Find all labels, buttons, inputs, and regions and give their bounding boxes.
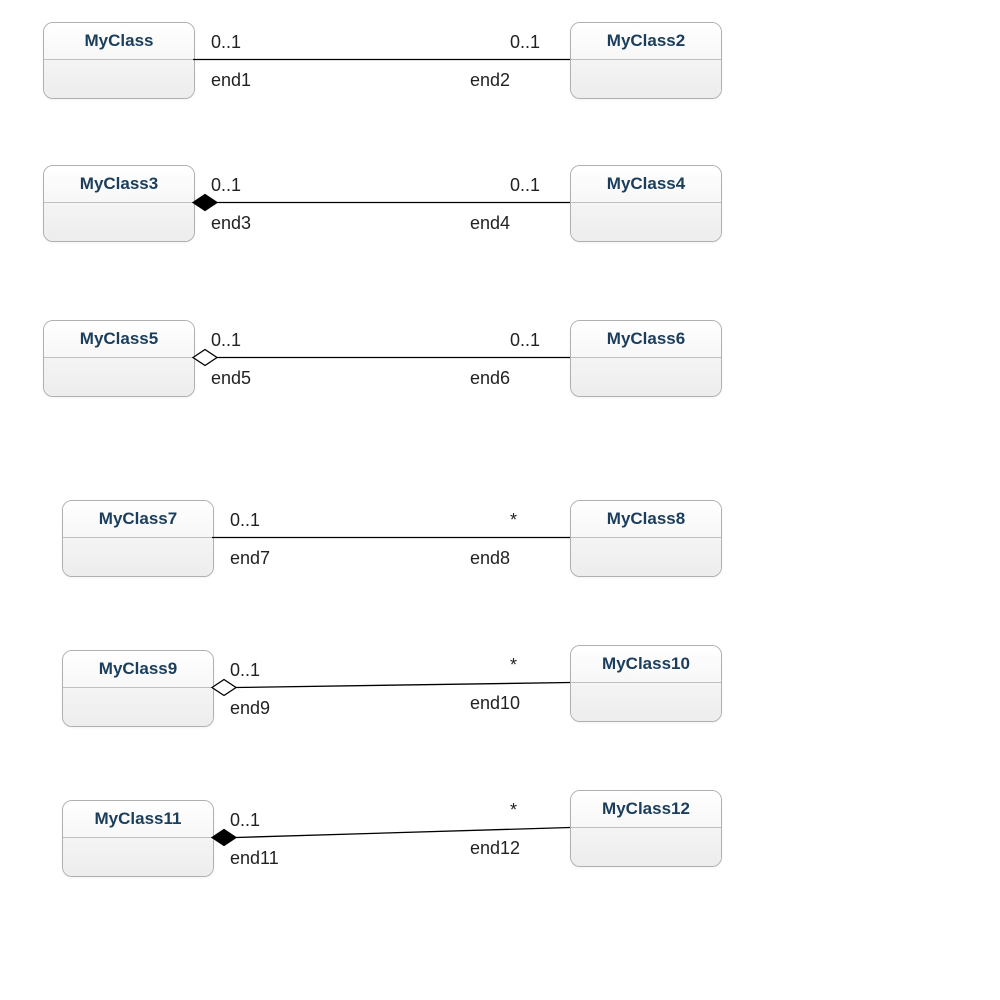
class-body [44, 358, 194, 396]
composition-diamond-icon [212, 830, 236, 846]
class-box-myclass8[interactable]: MyClass8 [570, 500, 722, 577]
multiplicity-left: 0..1 [230, 810, 260, 831]
multiplicity-right: 0..1 [510, 330, 540, 351]
class-box-myclass9[interactable]: MyClass9 [62, 650, 214, 727]
class-body [571, 203, 721, 241]
class-box-myclass7[interactable]: MyClass7 [62, 500, 214, 577]
role-left: end1 [211, 70, 251, 91]
multiplicity-left: 0..1 [211, 32, 241, 53]
role-left: end9 [230, 698, 270, 719]
role-left: end11 [230, 848, 279, 869]
class-title: MyClass10 [571, 646, 721, 683]
role-right: end4 [470, 213, 510, 234]
class-box-myclass[interactable]: MyClass [43, 22, 195, 99]
class-body [571, 538, 721, 576]
multiplicity-left: 0..1 [230, 660, 260, 681]
class-title: MyClass7 [63, 501, 213, 538]
role-right: end2 [470, 70, 510, 91]
role-right: end10 [470, 693, 520, 714]
class-body [571, 683, 721, 721]
class-body [63, 838, 213, 876]
class-body [63, 688, 213, 726]
class-body [571, 60, 721, 98]
aggregation-diamond-icon [193, 350, 217, 366]
class-title: MyClass6 [571, 321, 721, 358]
class-box-myclass5[interactable]: MyClass5 [43, 320, 195, 397]
multiplicity-left: 0..1 [211, 175, 241, 196]
role-right: end6 [470, 368, 510, 389]
class-box-myclass4[interactable]: MyClass4 [570, 165, 722, 242]
class-title: MyClass12 [571, 791, 721, 828]
aggregation-diamond-icon [212, 680, 236, 696]
multiplicity-right: 0..1 [510, 175, 540, 196]
role-right: end12 [470, 838, 520, 859]
class-box-myclass3[interactable]: MyClass3 [43, 165, 195, 242]
class-box-myclass2[interactable]: MyClass2 [570, 22, 722, 99]
composition-diamond-icon [193, 195, 217, 211]
multiplicity-left: 0..1 [211, 330, 241, 351]
role-left: end5 [211, 368, 251, 389]
multiplicity-right: * [510, 800, 517, 821]
role-left: end7 [230, 548, 270, 569]
class-title: MyClass2 [571, 23, 721, 60]
class-box-myclass11[interactable]: MyClass11 [62, 800, 214, 877]
role-right: end8 [470, 548, 510, 569]
class-title: MyClass4 [571, 166, 721, 203]
class-box-myclass6[interactable]: MyClass6 [570, 320, 722, 397]
class-box-myclass12[interactable]: MyClass12 [570, 790, 722, 867]
class-body [63, 538, 213, 576]
class-title: MyClass [44, 23, 194, 60]
multiplicity-right: 0..1 [510, 32, 540, 53]
class-body [571, 358, 721, 396]
class-title: MyClass5 [44, 321, 194, 358]
class-title: MyClass3 [44, 166, 194, 203]
role-left: end3 [211, 213, 251, 234]
class-box-myclass10[interactable]: MyClass10 [570, 645, 722, 722]
multiplicity-left: 0..1 [230, 510, 260, 531]
class-body [571, 828, 721, 866]
class-title: MyClass11 [63, 801, 213, 838]
class-body [44, 60, 194, 98]
multiplicity-right: * [510, 510, 517, 531]
class-title: MyClass8 [571, 501, 721, 538]
multiplicity-right: * [510, 655, 517, 676]
class-body [44, 203, 194, 241]
class-title: MyClass9 [63, 651, 213, 688]
